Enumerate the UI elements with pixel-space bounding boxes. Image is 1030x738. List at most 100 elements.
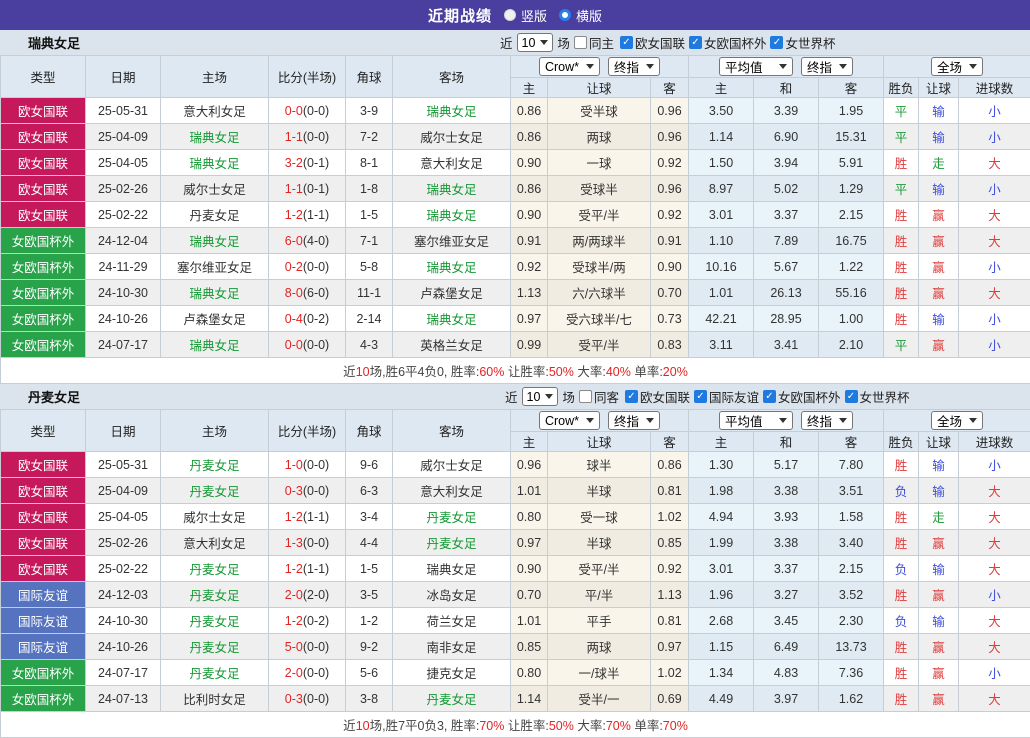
- match-row: 女欧国杯外 24-07-17 瑞典女足 0-0(0-0) 4-3 英格兰女足 0…: [1, 332, 1030, 358]
- avg-draw-odds: 28.95: [754, 306, 819, 332]
- scope-select[interactable]: 全场: [931, 411, 983, 430]
- average-kind-select[interactable]: 终指: [801, 411, 853, 430]
- chevron-down-icon: [586, 418, 594, 423]
- col-header-away: 客场: [393, 410, 511, 452]
- match-count-select[interactable]: 10: [517, 33, 554, 52]
- checkbox-label: 同主: [589, 33, 614, 52]
- checkbox-icon[interactable]: [579, 390, 592, 403]
- corner-score: 1-2: [346, 608, 393, 634]
- bookmaker-select[interactable]: Crow*: [539, 57, 600, 76]
- home-team: 瑞典女足: [161, 280, 269, 306]
- match-type-badge: 欧女国联: [1, 202, 86, 228]
- score-cell: 1-1(0-0): [269, 124, 346, 150]
- average-kind-value: 终指: [807, 411, 832, 430]
- match-type-badge: 女欧国杯外: [1, 332, 86, 358]
- avg-draw-odds: 3.93: [754, 504, 819, 530]
- scope-select[interactable]: 全场: [931, 57, 983, 76]
- col-header-date: 日期: [86, 410, 161, 452]
- home-odds: 0.97: [511, 530, 548, 556]
- match-date: 25-02-22: [86, 202, 161, 228]
- league-filter-checkbox[interactable]: 女欧国杯外: [763, 387, 841, 406]
- league-filter-checkbox[interactable]: 欧女国联: [620, 33, 685, 52]
- away-team: 丹麦女足: [393, 504, 511, 530]
- away-team: 瑞典女足: [393, 202, 511, 228]
- avg-draw-odds: 5.17: [754, 452, 819, 478]
- match-count-select[interactable]: 10: [522, 387, 559, 406]
- half-time-score: (0-2): [303, 614, 329, 628]
- half-time-score: (0-0): [303, 536, 329, 550]
- checkbox-icon[interactable]: [689, 36, 702, 49]
- half-time-score: (4-0): [303, 234, 329, 248]
- league-filter-checkbox[interactable]: 女世界杯: [770, 33, 835, 52]
- checkbox-icon[interactable]: [770, 36, 783, 49]
- average-select[interactable]: 平均值: [719, 57, 793, 76]
- handicap-outcome: 输: [919, 452, 959, 478]
- final-score: 1-3: [285, 536, 303, 550]
- league-filter-checkbox[interactable]: 女世界杯: [845, 387, 910, 406]
- average-select[interactable]: 平均值: [719, 411, 793, 430]
- layout-radio-horizontal[interactable]: 横版: [559, 6, 602, 25]
- checkbox-icon[interactable]: [694, 390, 707, 403]
- match-row: 欧女国联 25-02-22 丹麦女足 1-2(1-1) 1-5 瑞典女足 0.9…: [1, 202, 1030, 228]
- handicap-outcome: 输: [919, 608, 959, 634]
- average-kind-select[interactable]: 终指: [801, 57, 853, 76]
- half-time-score: (0-0): [303, 692, 329, 706]
- league-filter-checkbox[interactable]: 国际友谊: [694, 387, 759, 406]
- bookmaker-select[interactable]: Crow*: [539, 411, 600, 430]
- avg-away-odds: 2.30: [819, 608, 884, 634]
- avg-home-odds: 1.96: [689, 582, 754, 608]
- league-filter-checkbox[interactable]: 女欧国杯外: [689, 33, 767, 52]
- checkbox-label: 欧女国联: [640, 387, 690, 406]
- col-header-date: 日期: [86, 56, 161, 98]
- avg-away-odds: 15.31: [819, 124, 884, 150]
- match-outcome: 平: [884, 332, 919, 358]
- away-odds: 0.73: [651, 306, 689, 332]
- checkbox-icon[interactable]: [845, 390, 858, 403]
- match-outcome: 胜: [884, 530, 919, 556]
- avg-home-odds: 1.34: [689, 660, 754, 686]
- avg-draw-odds: 5.67: [754, 254, 819, 280]
- away-odds: 0.92: [651, 150, 689, 176]
- odds-kind-select[interactable]: 终指: [608, 411, 660, 430]
- away-team: 瑞典女足: [393, 176, 511, 202]
- subcol-result: 胜负: [884, 432, 919, 452]
- away-odds: 0.92: [651, 202, 689, 228]
- away-odds: 1.02: [651, 504, 689, 530]
- corner-score: 4-4: [346, 530, 393, 556]
- half-time-score: (0-0): [303, 458, 329, 472]
- match-date: 25-05-31: [86, 452, 161, 478]
- score-cell: 0-3(0-0): [269, 686, 346, 712]
- final-score: 6-0: [285, 234, 303, 248]
- radio-icon[interactable]: [559, 9, 571, 21]
- same-venue-checkbox[interactable]: 同主: [574, 33, 614, 52]
- league-filter-checkbox[interactable]: 欧女国联: [625, 387, 690, 406]
- odds-kind-value: 终指: [614, 411, 639, 430]
- handicap-line: 受半球: [548, 98, 651, 124]
- checkbox-icon[interactable]: [574, 36, 587, 49]
- match-outcome: 胜: [884, 202, 919, 228]
- away-odds: 0.96: [651, 98, 689, 124]
- half-time-score: (1-1): [303, 208, 329, 222]
- avg-home-odds: 1.10: [689, 228, 754, 254]
- half-time-score: (0-0): [303, 130, 329, 144]
- odds-kind-select[interactable]: 终指: [608, 57, 660, 76]
- match-date: 24-10-26: [86, 634, 161, 660]
- match-outcome: 平: [884, 176, 919, 202]
- checkbox-icon[interactable]: [763, 390, 776, 403]
- same-venue-checkbox[interactable]: 同客: [579, 387, 619, 406]
- average-value: 平均值: [725, 57, 763, 76]
- home-odds: 1.01: [511, 478, 548, 504]
- avg-away-odds: 1.62: [819, 686, 884, 712]
- match-row: 欧女国联 25-04-05 威尔士女足 1-2(1-1) 3-4 丹麦女足 0.…: [1, 504, 1030, 530]
- layout-radio-vertical[interactable]: 竖版: [504, 6, 547, 25]
- half-time-score: (0-2): [303, 312, 329, 326]
- handicap-outcome: 赢: [919, 228, 959, 254]
- checkbox-icon[interactable]: [620, 36, 633, 49]
- goals-outcome: 小: [959, 124, 1030, 150]
- radio-icon[interactable]: [504, 9, 516, 21]
- away-odds: 0.97: [651, 634, 689, 660]
- match-type-badge: 欧女国联: [1, 176, 86, 202]
- subcol-goals: 进球数: [959, 432, 1030, 452]
- checkbox-icon[interactable]: [625, 390, 638, 403]
- home-team: 丹麦女足: [161, 478, 269, 504]
